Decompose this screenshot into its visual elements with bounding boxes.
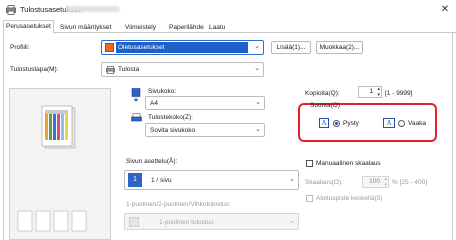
page-size-icon xyxy=(131,88,141,102)
close-icon: ✕ xyxy=(440,4,450,15)
tab-paperilahde[interactable]: Paperilähde xyxy=(169,22,204,33)
title-bar: Tulostusasetukset: ✕ xyxy=(0,0,456,20)
center-checkbox[interactable] xyxy=(306,195,313,202)
page-size-select[interactable]: A4 ⌄ xyxy=(145,96,265,110)
center-label: Aloituspiste keskellä(5) xyxy=(316,195,383,202)
duplex-value: 1-puolinen tulostus xyxy=(159,219,214,226)
tab-sivun-maaritykset[interactable]: Sivun määritykset xyxy=(60,22,111,33)
portrait-radio[interactable] xyxy=(333,120,340,127)
chevron-down-icon: ⌄ xyxy=(289,176,295,183)
spin-arrows-icon[interactable]: ▴ ▾ xyxy=(377,86,380,98)
portrait-label[interactable]: Pysty xyxy=(343,120,359,127)
close-button[interactable]: ✕ xyxy=(438,3,452,17)
page-layout-select[interactable]: 1 1 / sivu ⌄ xyxy=(124,170,299,190)
tab-bar: Perusasetukset Sivun määritykset Viimeis… xyxy=(3,20,456,34)
page-size-label: Sivukoko: xyxy=(148,88,177,95)
output-method-value: Tulosta xyxy=(118,66,140,73)
tab-laatu[interactable]: Laatu xyxy=(209,22,225,33)
scaling-range: % [25 - 400] xyxy=(392,179,428,186)
edit-profile-button[interactable]: Muokkaa(2)... xyxy=(316,41,363,54)
copies-range: [1 - 9999] xyxy=(385,90,413,97)
scaling-value: 100 xyxy=(369,178,380,185)
printer-icon xyxy=(6,5,16,15)
spin-arrows-icon: ▴ ▾ xyxy=(384,176,387,188)
tab-perusasetukset[interactable]: Perusasetukset xyxy=(3,20,54,34)
page-layout-label: Sivun asettelu(Å): xyxy=(126,158,178,165)
output-size-label: Tulostekoko(Z): xyxy=(148,114,193,121)
printer-icon xyxy=(106,66,115,74)
output-method-label: Tulostustapa(M): xyxy=(10,66,59,73)
landscape-radio[interactable] xyxy=(398,120,405,127)
landscape-label[interactable]: Vaaka xyxy=(408,120,426,127)
chevron-down-icon: ⌄ xyxy=(289,218,295,225)
add-profile-button[interactable]: Lisää(1)... xyxy=(271,41,311,54)
orientation-label: Suunta(O) xyxy=(310,102,340,109)
output-size-value: Sovita sivukoko xyxy=(150,127,196,134)
tab-viimeistely[interactable]: Viimeistely xyxy=(125,22,156,33)
duplex-select[interactable]: 1-puolinen tulostus ⌄ xyxy=(124,213,299,230)
page-size-value: A4 xyxy=(150,100,158,107)
chevron-down-icon: ⌄ xyxy=(255,126,261,133)
printer-name-redacted xyxy=(66,6,120,12)
duplex-label: 1-puolinen/2-puolinen/Vihkotulostus: xyxy=(126,201,231,208)
scaling-input[interactable]: 100 ▴ ▾ xyxy=(362,176,389,188)
manual-scaling-label[interactable]: Manuaalinen skaalaus xyxy=(316,160,381,167)
scaling-label: Skaalaus(O): xyxy=(305,179,343,186)
output-method-select[interactable]: Tulosta ⌄ xyxy=(101,62,264,77)
profile-icon xyxy=(105,43,114,52)
copies-label: Kopioita(Q): xyxy=(305,90,340,97)
page-layout-value: 1 / sivu xyxy=(151,177,172,184)
copies-input[interactable]: 1 ▴ ▾ xyxy=(358,86,382,98)
duplex-icon xyxy=(129,217,139,227)
landscape-icon: A xyxy=(383,118,395,128)
layout-number-icon: 1 xyxy=(128,173,142,187)
profile-label: Profiili: xyxy=(10,44,30,51)
page-preview-icon xyxy=(41,105,76,149)
layout-thumbnails xyxy=(17,210,87,232)
profile-select[interactable]: Oletusasetukset ⌄ xyxy=(101,40,264,55)
copies-value: 1 xyxy=(369,88,373,95)
output-size-icon xyxy=(131,113,142,122)
profile-value: Oletusasetukset xyxy=(118,44,165,51)
chevron-down-icon: ⌄ xyxy=(254,43,260,50)
output-size-select[interactable]: Sovita sivukoko ⌄ xyxy=(145,123,265,137)
manual-scaling-checkbox[interactable] xyxy=(306,160,313,167)
chevron-down-icon: ⌄ xyxy=(254,65,260,72)
print-preview xyxy=(9,88,111,240)
chevron-down-icon: ⌄ xyxy=(255,99,261,106)
portrait-icon: A xyxy=(319,118,329,128)
